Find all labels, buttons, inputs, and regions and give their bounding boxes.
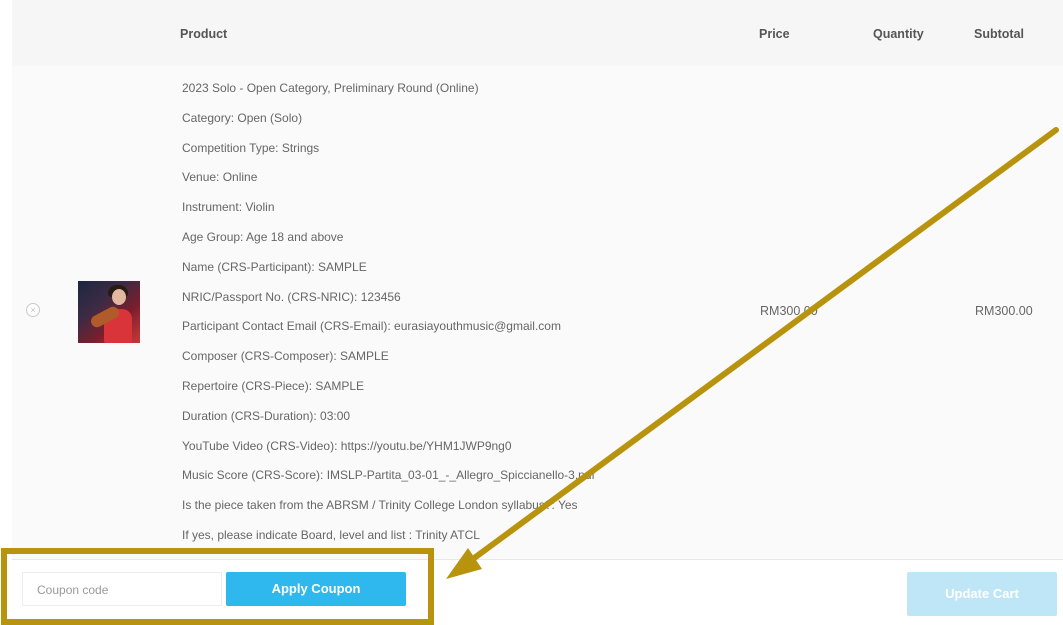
annotation-arrow-icon bbox=[446, 127, 1059, 579]
